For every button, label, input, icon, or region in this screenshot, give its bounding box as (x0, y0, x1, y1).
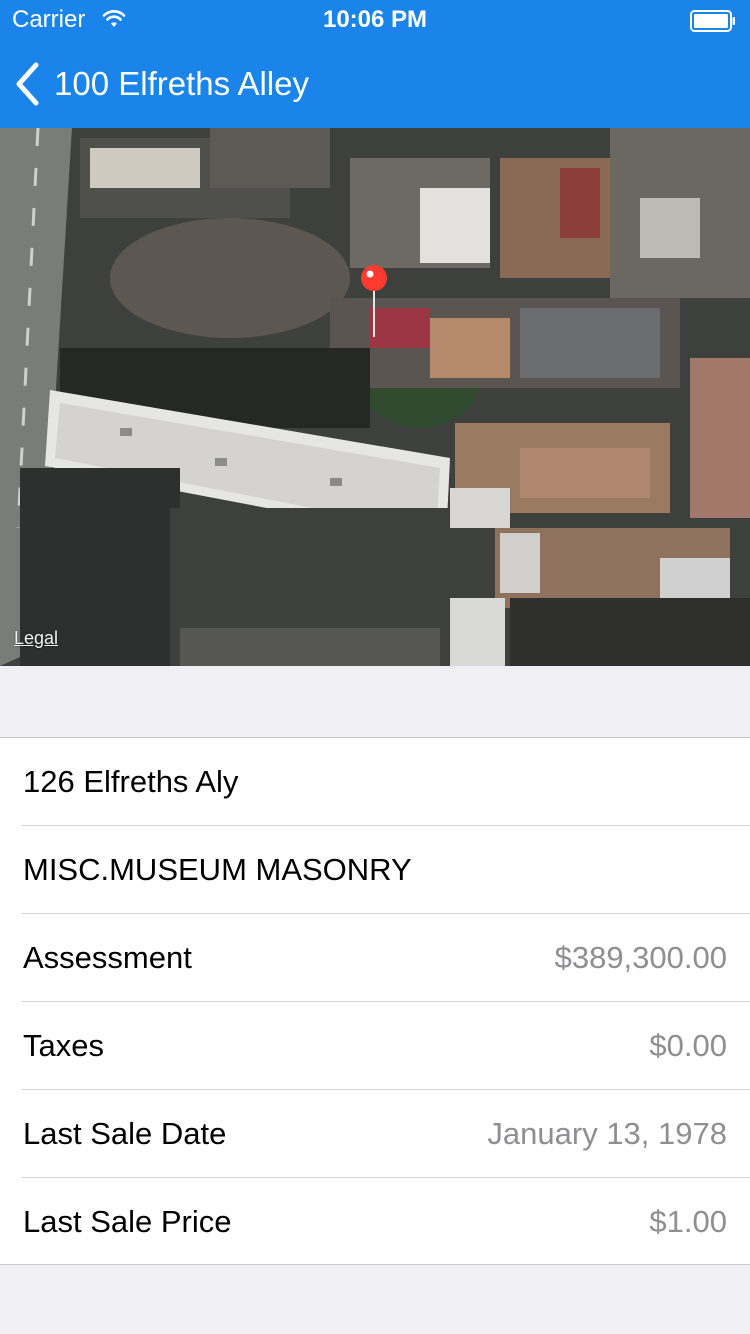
details-table: 126 Elfreths Aly MISC.MUSEUM MASONRY Ass… (0, 737, 750, 1265)
status-bar: Carrier 10:06 PM (0, 0, 750, 40)
app-header: Carrier 10:06 PM 100 Elfreths Alley (0, 0, 750, 128)
legal-link[interactable]: Legal (14, 628, 58, 649)
taxes-row[interactable]: Taxes $0.00 (0, 1002, 750, 1090)
last-sale-price-value: $1.00 (649, 1204, 727, 1239)
assessment-label: Assessment (23, 940, 192, 975)
address-row[interactable]: 126 Elfreths Aly (0, 738, 750, 826)
nav-title: 100 Elfreths Alley (54, 65, 309, 102)
chevron-left-icon (16, 62, 39, 106)
taxes-label: Taxes (23, 1028, 104, 1063)
last-sale-price-label: Last Sale Price (23, 1204, 232, 1239)
map-pin-head (361, 265, 387, 291)
assessment-value: $389,300.00 (554, 940, 727, 975)
battery-icon (690, 10, 735, 32)
status-time: 10:06 PM (322, 6, 428, 33)
map-imagery (0, 128, 750, 666)
category-row[interactable]: MISC.MUSEUM MASONRY (0, 826, 750, 914)
taxes-value: $0.00 (649, 1028, 727, 1063)
last-sale-date-label: Last Sale Date (23, 1116, 227, 1151)
last-sale-price-row[interactable]: Last Sale Price $1.00 (0, 1178, 750, 1266)
satellite-map[interactable]: Legal (0, 128, 750, 666)
address-label: 126 Elfreths Aly (23, 764, 239, 799)
assessment-row[interactable]: Assessment $389,300.00 (0, 914, 750, 1002)
navigation-bar: 100 Elfreths Alley (0, 40, 750, 128)
last-sale-date-row[interactable]: Last Sale Date January 13, 1978 (0, 1090, 750, 1178)
category-label: MISC.MUSEUM MASONRY (23, 852, 412, 887)
back-button[interactable]: 100 Elfreths Alley (14, 60, 309, 108)
map-pin-icon[interactable] (359, 263, 389, 339)
last-sale-date-value: January 13, 1978 (487, 1116, 727, 1151)
